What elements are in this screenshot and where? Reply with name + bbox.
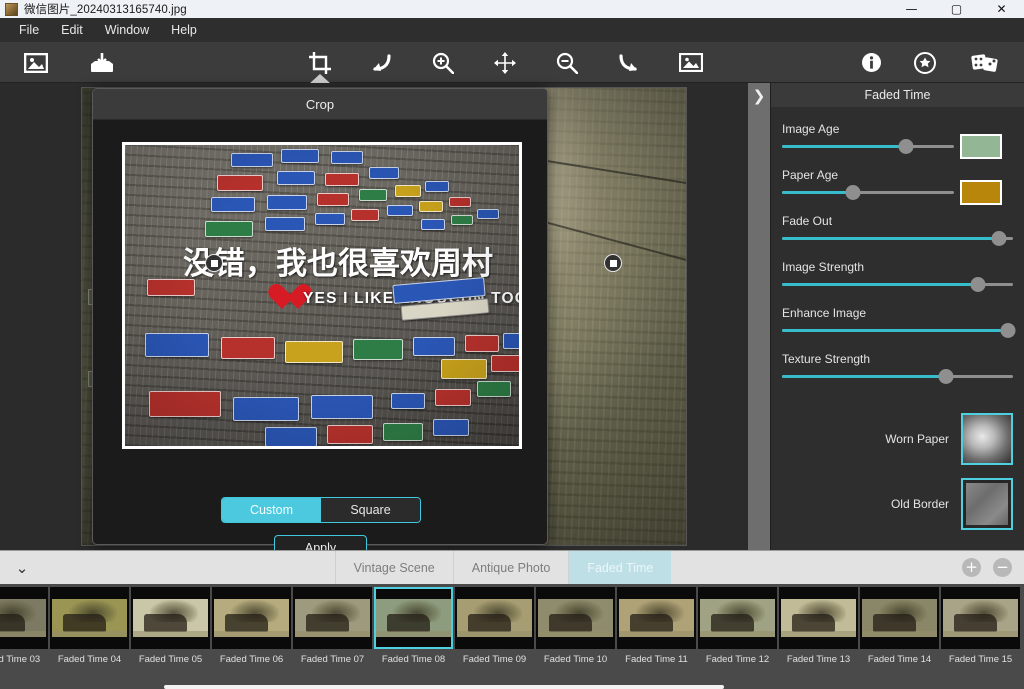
undo-icon[interactable] (358, 42, 404, 83)
aspect-square-button[interactable]: Square (321, 498, 420, 522)
effect-panel: Faded Time Image Age Paper Age Fade Out (770, 83, 1024, 550)
slider-texture-strength: Texture Strength (782, 332, 1013, 384)
random-icon[interactable] (962, 42, 1008, 83)
list-item[interactable]: Faded Time 03 (0, 584, 49, 689)
menu-help[interactable]: Help (160, 20, 208, 40)
toolbar (0, 42, 1024, 83)
settings-icon[interactable] (902, 42, 948, 83)
texture-label-old-border: Old Border (890, 497, 949, 511)
thumbnail-label: Faded Time 10 (543, 654, 608, 665)
app-image-icon (5, 2, 18, 16)
list-item[interactable]: Faded Time 11 (616, 584, 697, 689)
slider-knob-texture-strength[interactable] (938, 369, 954, 384)
remove-effect-button[interactable]: − (993, 558, 1012, 577)
menu-bar: File Edit Window Help (0, 18, 1024, 42)
info-icon[interactable] (848, 42, 894, 83)
thumbnail-label: Faded Time 14 (867, 654, 932, 665)
slider-image-strength: Image Strength (782, 240, 1013, 292)
thumbnail-label: Faded Time 13 (786, 654, 851, 665)
slider-label-fade-out: Fade Out (782, 214, 833, 228)
slider-fade-out: Fade Out (782, 194, 1013, 246)
crop-icon[interactable] (297, 42, 343, 83)
crop-dialog-body: 没错，我也很喜欢周村 YES I LIKE ZHOUCUN TOO (93, 120, 622, 571)
tab-vintage-scene[interactable]: Vintage Scene (334, 550, 453, 585)
texture-old-border: Old Border (891, 478, 1013, 530)
zoom-in-icon[interactable] (420, 42, 466, 83)
list-item[interactable]: Faded Time 05 (130, 584, 211, 689)
slider-label-texture-strength: Texture Strength (782, 352, 871, 366)
aspect-custom-button[interactable]: Custom (222, 498, 321, 522)
slider-enhance-image: Enhance Image (782, 286, 1016, 338)
effect-tab-bar: ⌄ Vintage Scene Antique Photo Faded Time… (0, 550, 1024, 585)
texture-label-worn-paper: Worn Paper (885, 432, 949, 446)
thumbnail-scrollbar[interactable] (164, 685, 724, 689)
aspect-ratio-toggle: Custom Square (221, 497, 421, 523)
move-icon[interactable] (482, 42, 528, 83)
texture-thumb-worn-paper[interactable] (961, 413, 1013, 465)
preset-thumbnail-strip[interactable]: Faded Time 03 Faded Time 04 Faded Time 0… (0, 584, 1024, 689)
list-item[interactable]: Faded Time 07 (292, 584, 373, 689)
fit-image-icon[interactable] (668, 42, 714, 83)
crop-selection-frame[interactable]: 没错，我也很喜欢周村 YES I LIKE ZHOUCUN TOO (122, 142, 522, 449)
list-item[interactable]: Faded Time 04 (49, 584, 130, 689)
thumbnail-label: Faded Time 07 (300, 654, 365, 665)
slider-label-image-strength: Image Strength (782, 260, 865, 274)
tab-antique-photo[interactable]: Antique Photo (452, 550, 569, 585)
list-item[interactable]: Faded Time 10 (535, 584, 616, 689)
list-item[interactable]: Faded Time 12 (697, 584, 778, 689)
crop-handle-top-right[interactable] (604, 254, 622, 272)
close-button[interactable]: ✕ (979, 0, 1024, 18)
title-bar: 微信图片_20240313165740.jpg — ▢ ✕ (0, 0, 1024, 18)
thumbnail-label: Faded Time 15 (948, 654, 1013, 665)
texture-worn-paper: Worn Paper (885, 413, 1013, 465)
window-title: 微信图片_20240313165740.jpg (24, 4, 187, 16)
open-image-icon[interactable] (13, 42, 59, 83)
slider-paper-age: Paper Age (782, 148, 1013, 205)
list-item-selected[interactable]: Faded Time 08 (373, 584, 454, 689)
slider-label-enhance-image: Enhance Image (782, 306, 867, 320)
thumbnail-label: Faded Time 03 (0, 654, 41, 665)
app-window: 微信图片_20240313165740.jpg — ▢ ✕ File Edit … (0, 0, 1024, 689)
menu-file[interactable]: File (8, 20, 50, 40)
chevron-down-icon[interactable]: ⌄ (0, 551, 44, 585)
thumbnail-label: Faded Time 11 (625, 654, 688, 665)
thumbnail-label: Faded Time 08 (381, 654, 446, 665)
list-item[interactable]: Faded Time 09 (454, 584, 535, 689)
thumbnail-label: Faded Time 12 (705, 654, 770, 665)
list-item[interactable]: Faded Time 14 (859, 584, 940, 689)
thumbnail-label: Faded Time 04 (57, 654, 122, 665)
slider-image-age: Image Age (782, 107, 1013, 159)
tab-faded-time[interactable]: Faded Time (568, 550, 672, 585)
crop-dialog-title: Crop (93, 89, 547, 120)
maximize-button[interactable]: ▢ (934, 0, 979, 18)
list-item[interactable]: Faded Time 15 (940, 584, 1021, 689)
redo-icon[interactable] (606, 42, 652, 83)
add-effect-button[interactable]: + (962, 558, 981, 577)
menu-edit[interactable]: Edit (50, 20, 94, 40)
slider-track-texture-strength[interactable] (782, 369, 1013, 384)
thumbnail-label: Faded Time 05 (138, 654, 203, 665)
thumbnail-label: Faded Time 06 (219, 654, 284, 665)
texture-thumb-old-border[interactable] (961, 478, 1013, 530)
zoom-out-icon[interactable] (544, 42, 590, 83)
list-item[interactable]: Faded Time 13 (778, 584, 859, 689)
thumbnail-label: Faded Time 09 (462, 654, 527, 665)
crop-handle-top-left[interactable] (205, 254, 223, 272)
save-image-icon[interactable] (79, 42, 125, 83)
window-controls: — ▢ ✕ (889, 0, 1024, 18)
effect-panel-title: Faded Time (771, 83, 1024, 107)
list-item[interactable]: Faded Time 06 (211, 584, 292, 689)
panel-collapse-arrow[interactable]: ❯ (748, 83, 770, 550)
crop-dialog: Crop Custom Square Apply (92, 88, 622, 571)
minimize-button[interactable]: — (889, 0, 934, 18)
menu-window[interactable]: Window (94, 20, 160, 40)
